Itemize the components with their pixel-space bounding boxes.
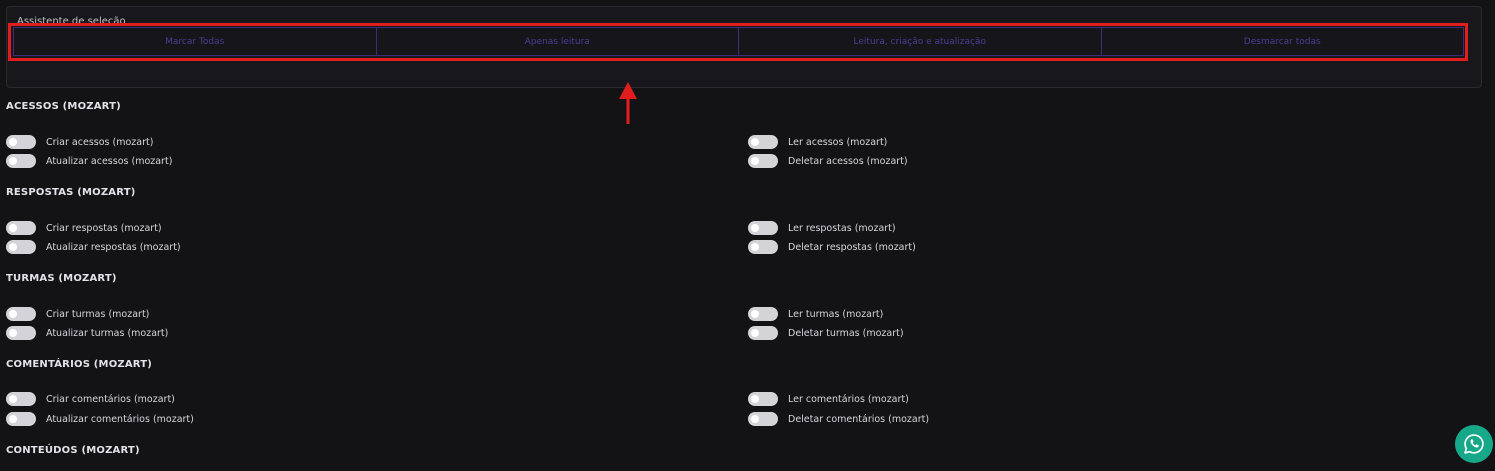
permission-create-acessos: Criar acessos (mozart) [6, 135, 153, 149]
permission-update-respostas: Atualizar respostas (mozart) [6, 240, 181, 254]
permission-label: Deletar respostas (mozart) [788, 241, 916, 253]
permission-create-respostas: Criar respostas (mozart) [6, 221, 162, 235]
section-title-comentarios: COMENTÁRIOS (MOZART) [6, 359, 153, 370]
toggle-switch[interactable] [6, 326, 36, 340]
toggle-switch[interactable] [748, 221, 778, 235]
toggle-switch[interactable] [6, 135, 36, 149]
toggle-switch[interactable] [748, 154, 778, 168]
permission-label: Atualizar acessos (mozart) [46, 155, 173, 167]
permission-create-turmas: Criar turmas (mozart) [6, 307, 149, 321]
permission-label: Ler turmas (mozart) [788, 308, 884, 320]
permission-label: Criar acessos (mozart) [46, 136, 154, 148]
toggle-switch[interactable] [748, 240, 778, 254]
whatsapp-chat-button[interactable] [1455, 425, 1493, 463]
toggle-switch[interactable] [6, 240, 36, 254]
permission-update-acessos: Atualizar acessos (mozart) [6, 154, 172, 168]
permission-delete-turmas: Deletar turmas (mozart) [748, 326, 904, 340]
permission-read-acessos: Ler acessos (mozart) [748, 135, 887, 149]
annotation-highlight-box [8, 23, 1468, 61]
permission-read-comentarios: Ler comentários (mozart) [748, 392, 909, 406]
section-title-acessos: ACESSOS (MOZART) [6, 101, 121, 112]
permission-update-turmas: Atualizar turmas (mozart) [6, 326, 168, 340]
toggle-switch[interactable] [6, 154, 36, 168]
section-title-turmas: TURMAS (MOZART) [6, 273, 117, 284]
permission-delete-comentarios: Deletar comentários (mozart) [748, 412, 929, 426]
toggle-switch[interactable] [6, 221, 36, 235]
permission-label: Criar comentários (mozart) [46, 393, 175, 405]
permission-label: Criar turmas (mozart) [46, 308, 150, 320]
permission-label: Deletar turmas (mozart) [788, 327, 904, 339]
permission-label: Ler comentários (mozart) [788, 393, 909, 405]
permission-read-respostas: Ler respostas (mozart) [748, 221, 896, 235]
permission-update-comentarios: Atualizar comentários (mozart) [6, 412, 194, 426]
toggle-switch[interactable] [6, 392, 36, 406]
permission-read-turmas: Ler turmas (mozart) [748, 307, 883, 321]
permission-label: Atualizar turmas (mozart) [46, 327, 169, 339]
permission-label: Deletar comentários (mozart) [788, 413, 930, 425]
permissions-page: Assistente de seleção Marcar Todas Apena… [0, 0, 1495, 471]
permission-label: Deletar acessos (mozart) [788, 155, 908, 167]
toggle-switch[interactable] [748, 326, 778, 340]
section-title-conteudos: CONTEÚDOS (MOZART) [6, 445, 140, 456]
permission-label: Atualizar respostas (mozart) [46, 241, 181, 253]
permission-delete-respostas: Deletar respostas (mozart) [748, 240, 916, 254]
permission-label: Ler acessos (mozart) [788, 136, 888, 148]
permission-delete-acessos: Deletar acessos (mozart) [748, 154, 908, 168]
toggle-switch[interactable] [748, 307, 778, 321]
toggle-switch[interactable] [6, 307, 36, 321]
permission-label: Ler respostas (mozart) [788, 222, 896, 234]
section-title-respostas: RESPOSTAS (MOZART) [6, 187, 136, 198]
toggle-switch[interactable] [748, 412, 778, 426]
permission-label: Criar respostas (mozart) [46, 222, 162, 234]
permission-label: Atualizar comentários (mozart) [46, 413, 194, 425]
arrow-up-icon [619, 82, 637, 124]
toggle-switch[interactable] [748, 392, 778, 406]
whatsapp-icon [1464, 434, 1484, 454]
permission-create-comentarios: Criar comentários (mozart) [6, 392, 175, 406]
toggle-switch[interactable] [6, 412, 36, 426]
toggle-switch[interactable] [748, 135, 778, 149]
